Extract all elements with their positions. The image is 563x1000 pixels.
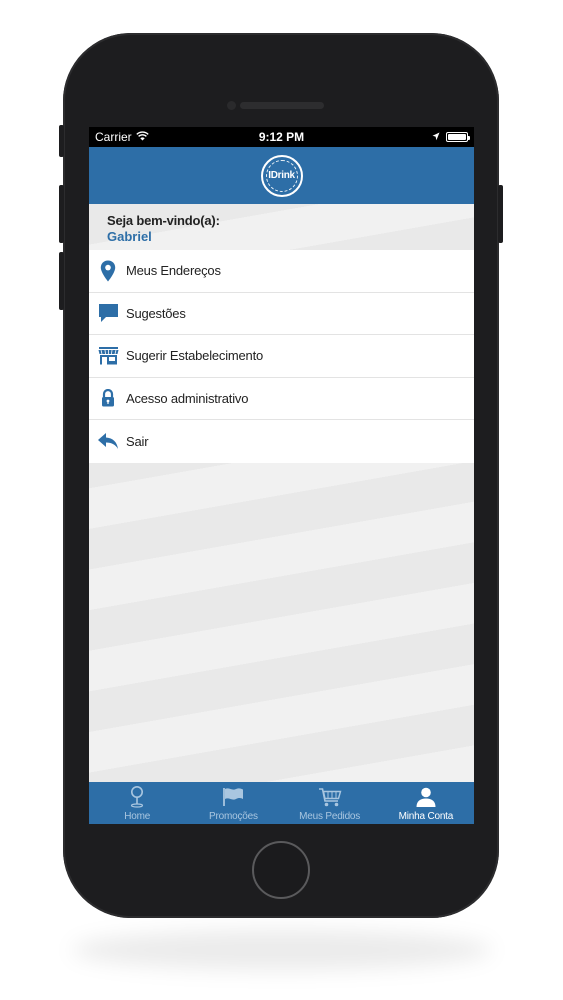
welcome-section: Seja bem-vindo(a): Gabriel	[89, 204, 474, 250]
logo-text: IDrink	[268, 170, 295, 181]
status-bar: Carrier 9:12 PM	[89, 127, 474, 147]
menu-item-admin-access[interactable]: Acesso administrativo	[89, 378, 474, 420]
front-camera	[227, 101, 236, 110]
power-button	[498, 185, 503, 243]
status-left: Carrier	[95, 130, 225, 144]
menu-label: Sair	[126, 433, 149, 449]
tab-my-orders[interactable]: Meus Pedidos	[282, 782, 378, 824]
status-time: 9:12 PM	[258, 130, 305, 144]
app-header: IDrink	[89, 147, 474, 204]
battery-fill	[448, 134, 466, 140]
cart-icon	[318, 785, 342, 809]
flag-icon	[222, 785, 244, 809]
tab-my-account[interactable]: Minha Conta	[378, 782, 474, 824]
tab-home[interactable]: Home	[89, 782, 185, 824]
tab-promotions[interactable]: Promoções	[185, 782, 281, 824]
map-pin-icon	[130, 785, 144, 809]
user-icon	[416, 785, 436, 809]
carrier-label: Carrier	[95, 130, 132, 144]
account-content: Seja bem-vindo(a): Gabriel Meus Endereço…	[89, 204, 474, 782]
chat-bubble-icon	[97, 302, 119, 324]
menu-item-suggestions[interactable]: Sugestões	[89, 293, 474, 335]
tab-label: Meus Pedidos	[299, 811, 361, 822]
reply-arrow-icon	[97, 430, 119, 452]
app-logo[interactable]: IDrink	[260, 154, 303, 197]
volume-down-button	[59, 252, 64, 310]
wifi-icon	[135, 130, 149, 144]
store-icon	[97, 345, 119, 367]
battery-icon	[446, 132, 470, 142]
mute-switch	[59, 125, 64, 157]
menu-item-suggest-store[interactable]: Sugerir Estabelecimento	[89, 335, 474, 378]
phone-shadow	[72, 930, 492, 970]
tab-bar: Home Promoções Meus Pedidos Minha Conta	[89, 782, 474, 824]
user-name: Gabriel	[107, 229, 152, 244]
menu-label: Sugerir Estabelecimento	[126, 348, 264, 364]
location-pin-icon	[97, 260, 119, 282]
earpiece-speaker	[240, 102, 324, 109]
menu-item-addresses[interactable]: Meus Endereços	[89, 250, 474, 293]
lock-icon	[97, 387, 119, 409]
welcome-title: Seja bem-vindo(a):	[107, 213, 220, 228]
tab-label: Promoções	[208, 811, 258, 822]
tab-label: Home	[124, 811, 151, 822]
menu-label: Acesso administrativo	[126, 390, 249, 406]
home-button[interactable]	[252, 841, 310, 899]
account-menu: Meus Endereços Sugestões Sugerir Estabel…	[89, 250, 474, 463]
tab-label: Minha Conta	[398, 811, 454, 822]
menu-label: Sugestões	[126, 305, 186, 321]
phone-screen: Carrier 9:12 PM IDrink Seja bem-vindo(a)…	[89, 127, 474, 824]
menu-label: Meus Endereços	[126, 263, 221, 279]
location-arrow-icon	[432, 130, 440, 144]
status-right	[338, 130, 470, 144]
volume-up-button	[59, 185, 64, 243]
menu-item-logout[interactable]: Sair	[89, 420, 474, 463]
